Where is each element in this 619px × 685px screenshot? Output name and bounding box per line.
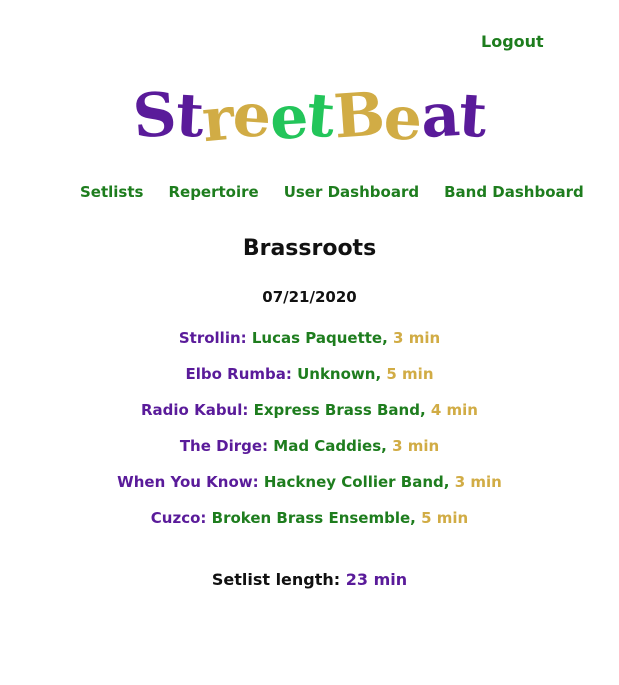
song-title: Cuzco: xyxy=(150,509,207,527)
song-row: Radio Kabul: Express Brass Band, 4 min xyxy=(141,401,478,419)
logo-letter: e xyxy=(230,79,273,153)
song-title: Radio Kabul: xyxy=(141,401,249,419)
nav-user-dashboard[interactable]: User Dashboard xyxy=(284,183,419,201)
song-row: The Dirge: Mad Caddies, 3 min xyxy=(179,437,440,455)
song-duration: 5 min xyxy=(421,509,469,527)
logo-letter: B xyxy=(331,79,387,153)
logo-letter: t xyxy=(456,80,489,152)
song-artist: Lucas Paquette xyxy=(251,329,383,347)
song-list: Strollin: Lucas Paquette, 3 min Elbo Rum… xyxy=(0,328,619,544)
streetbeat-logo: StreetBeat xyxy=(0,78,619,156)
song-duration: 4 min xyxy=(430,401,478,419)
song-artist: Mad Caddies xyxy=(273,437,382,455)
logout-link[interactable]: Logout xyxy=(481,32,544,51)
song-duration: 3 min xyxy=(392,437,440,455)
song-row: Cuzco: Broken Brass Ensemble, 5 min xyxy=(150,509,469,527)
song-title: When You Know: xyxy=(117,473,259,491)
band-name-heading: Brassroots xyxy=(242,236,377,261)
nav-repertoire[interactable]: Repertoire xyxy=(168,183,258,201)
song-artist: Broken Brass Ensemble xyxy=(211,509,411,527)
main-nav: Setlists Repertoire User Dashboard Band … xyxy=(80,183,584,201)
song-artist: Unknown xyxy=(297,365,376,383)
song-row: When You Know: Hackney Collier Band, 3 m… xyxy=(117,473,502,491)
logo-letter: S xyxy=(130,79,179,153)
song-duration: 3 min xyxy=(393,329,441,347)
song-artist: Hackney Collier Band xyxy=(263,473,444,491)
nav-band-dashboard[interactable]: Band Dashboard xyxy=(444,183,584,201)
song-title: The Dirge: xyxy=(179,437,269,455)
song-row: Elbo Rumba: Unknown, 5 min xyxy=(185,365,434,383)
song-title: Elbo Rumba: xyxy=(185,365,292,383)
logo-letter: a xyxy=(419,80,461,152)
setlist-length: Setlist length: 23 min xyxy=(0,570,619,589)
logo-letter: e xyxy=(268,82,310,154)
nav-setlists[interactable]: Setlists xyxy=(80,183,143,201)
song-duration: 5 min xyxy=(386,365,434,383)
song-title: Strollin: xyxy=(178,329,247,347)
setlist-date: 07/21/2020 xyxy=(262,288,357,306)
setlist-length-value: 23 min xyxy=(345,570,408,589)
song-artist: Express Brass Band xyxy=(253,401,420,419)
song-duration: 3 min xyxy=(454,473,502,491)
song-row: Strollin: Lucas Paquette, 3 min xyxy=(178,329,441,347)
setlist-length-label: Setlist length: xyxy=(211,570,341,589)
logo-letter: e xyxy=(381,83,423,155)
